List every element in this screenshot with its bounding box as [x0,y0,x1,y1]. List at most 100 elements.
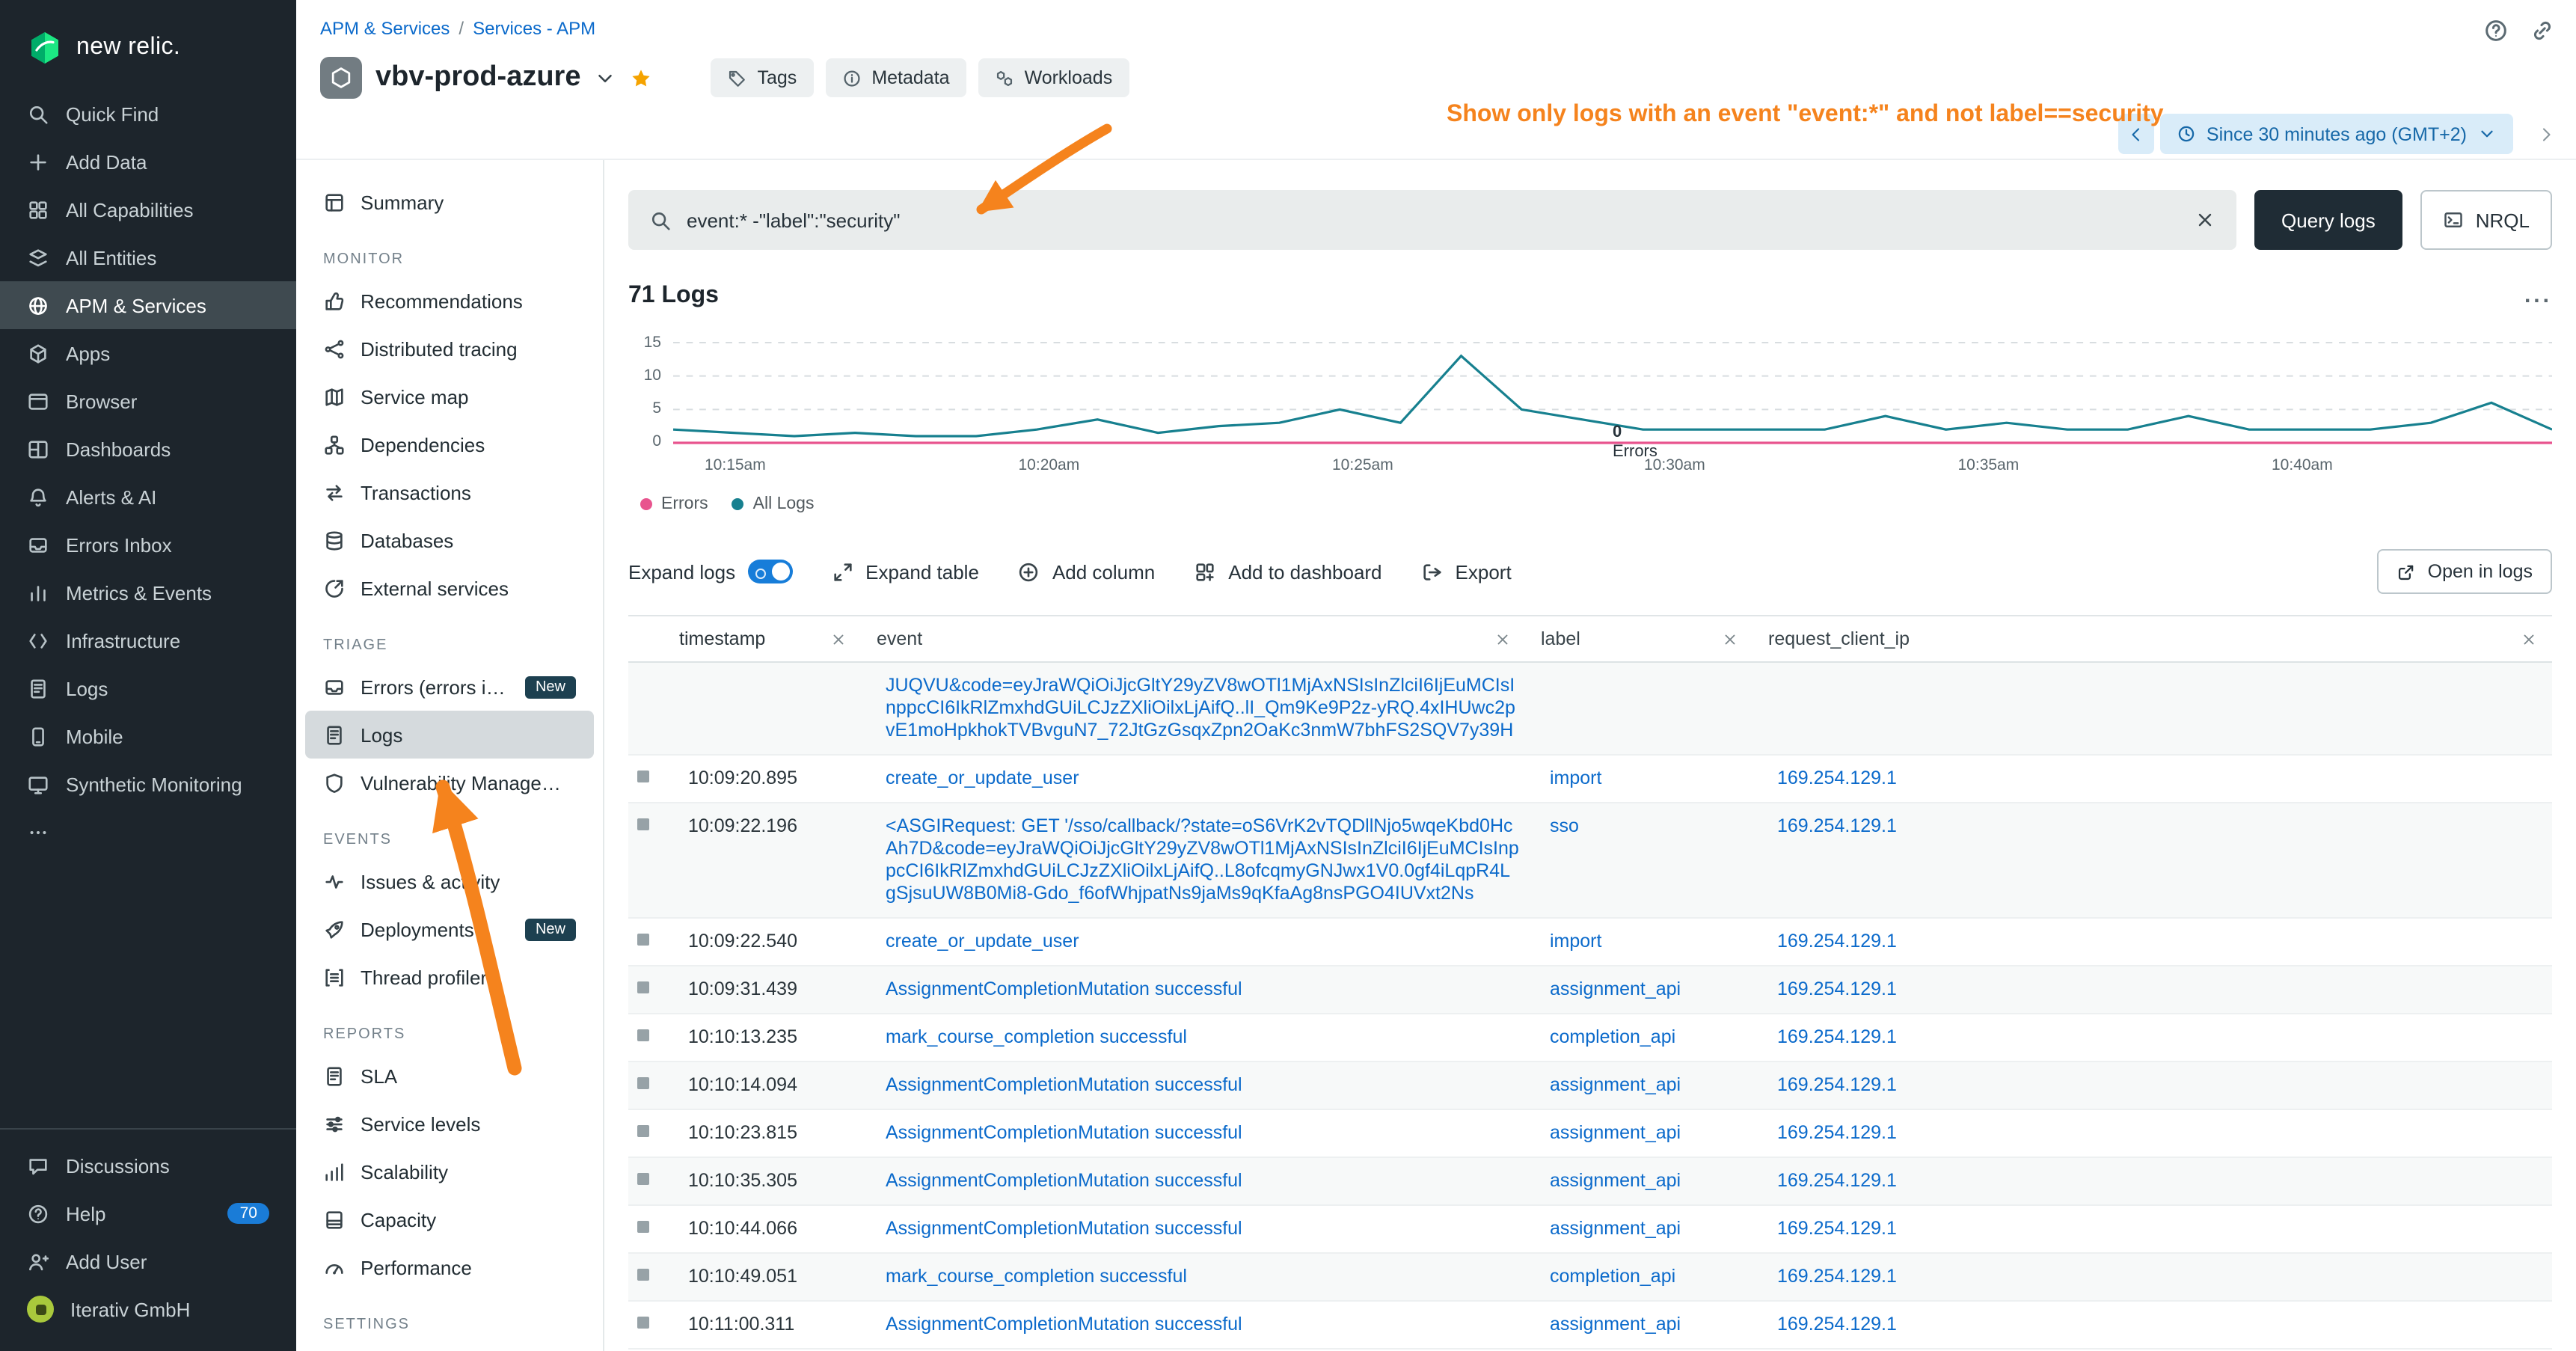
log-table-row[interactable]: 10:10:49.051 mark_course_completion succ… [628,1254,2552,1302]
cell-event-link[interactable]: AssignmentCompletionMutation successful [886,1218,1242,1239]
subnav-item-thread-profiler[interactable]: Thread profiler [305,953,594,1001]
favorite-star-icon[interactable] [631,67,653,89]
cell-label-link[interactable]: assignment_api [1550,1074,1681,1095]
legend-all-logs[interactable]: All Logs [732,495,815,513]
time-picker-button[interactable]: Since 30 minutes ago (GMT+2) [2160,114,2513,154]
add-column-button[interactable]: Add column [1018,560,1155,583]
column-header-event[interactable]: event [862,628,1526,649]
open-in-logs-button[interactable]: Open in logs [2377,549,2552,594]
cell-request-ip-link[interactable]: 169.254.129.1 [1777,1122,1897,1143]
subnav-item-sla[interactable]: SLA [305,1052,594,1100]
subnav-item-scalability[interactable]: Scalability [305,1148,594,1195]
cell-label-link[interactable]: completion_api [1550,1026,1675,1047]
expand-table-button[interactable]: Expand table [831,560,979,583]
cell-event-link[interactable]: AssignmentCompletionMutation successful [886,1314,1242,1335]
sidebar-item-dashboards[interactable]: Dashboards [0,425,296,473]
query-logs-button[interactable]: Query logs [2254,190,2402,250]
log-query-input[interactable]: event:* -"label":"security" [628,190,2236,250]
sidebar-item-synthetic-monitoring[interactable]: Synthetic Monitoring [0,760,296,808]
legend-errors[interactable]: Errors [640,495,708,513]
subnav-item-recommendations[interactable]: Recommendations [305,277,594,325]
add-to-dashboard-button[interactable]: Add to dashboard [1194,560,1381,583]
sidebar-item-metrics-events[interactable]: Metrics & Events [0,569,296,616]
cell-event-link[interactable]: AssignmentCompletionMutation successful [886,1170,1242,1191]
workloads-button[interactable]: Workloads [978,58,1129,97]
subnav-item-databases[interactable]: Databases [305,516,594,564]
log-query-text[interactable]: event:* -"label":"security" [687,209,2180,231]
breadcrumb-services-apm[interactable]: Services - APM [473,18,595,39]
sidebar-item-add-user[interactable]: Add User [0,1237,296,1285]
log-table-row[interactable]: 10:09:20.895 create_or_update_user impor… [628,756,2552,803]
subnav-item-vulnerability-management[interactable]: Vulnerability Management [305,759,594,806]
sidebar-item-all-entities[interactable]: All Entities [0,233,296,281]
cell-label-link[interactable]: import [1550,768,1601,788]
cell-label-link[interactable]: assignment_api [1550,1170,1681,1191]
cell-label-link[interactable]: completion_api [1550,1266,1675,1287]
sidebar-item-errors-inbox[interactable]: Errors Inbox [0,521,296,569]
cell-event-link[interactable]: AssignmentCompletionMutation successful [886,978,1242,999]
subnav-item-summary[interactable]: Summary [305,178,594,226]
column-header-request-client-ip[interactable]: request_client_ip [1753,628,2552,649]
export-button[interactable]: Export [1421,560,1512,583]
breadcrumb-apm-services[interactable]: APM & Services [320,18,450,39]
log-table-row[interactable]: 10:09:22.196 <ASGIRequest: GET '/sso/cal… [628,803,2552,919]
subnav-item-capacity[interactable]: Capacity [305,1195,594,1243]
help-circle-icon[interactable] [2483,18,2509,43]
subnav-item-service-map[interactable]: Service map [305,373,594,420]
cell-request-ip-link[interactable]: 169.254.129.1 [1777,1314,1897,1335]
cell-event-link[interactable]: <ASGIRequest: GET '/sso/callback/?state=… [886,815,1519,904]
cell-event-link[interactable]: mark_course_completion successful [886,1026,1187,1047]
cell-event-link[interactable]: create_or_update_user [886,768,1079,788]
time-forward-button[interactable] [2528,114,2564,154]
cell-request-ip-link[interactable]: 169.254.129.1 [1777,1074,1897,1095]
remove-column-icon[interactable] [1722,631,1738,647]
sidebar-item-infrastructure[interactable]: Infrastructure [0,616,296,664]
log-table-row[interactable]: 10:10:23.815 AssignmentCompletionMutatio… [628,1110,2552,1158]
cell-event-link[interactable]: AssignmentCompletionMutation successful [886,1122,1242,1143]
cell-request-ip-link[interactable]: 169.254.129.1 [1777,1266,1897,1287]
log-table-row[interactable]: 10:10:13.235 mark_course_completion succ… [628,1014,2552,1062]
cell-request-ip-link[interactable]: 169.254.129.1 [1777,815,1897,836]
log-table-row[interactable]: JUQVU&code=eyJraWQiOiJjcGltY29yZV8wOTl1M… [628,663,2552,756]
sidebar-item-account[interactable]: Iterativ GmbH [0,1285,296,1333]
log-table-row[interactable]: 10:10:35.305 AssignmentCompletionMutatio… [628,1158,2552,1206]
sidebar-item-logs[interactable]: Logs [0,664,296,712]
subnav-item-external-services[interactable]: External services [305,564,594,612]
cell-request-ip-link[interactable]: 169.254.129.1 [1777,931,1897,952]
subnav-item-service-levels[interactable]: Service levels [305,1100,594,1148]
subnav-item-issues-activity[interactable]: Issues & activity [305,857,594,905]
subnav-item-logs[interactable]: Logs [305,711,594,759]
sidebar-item-help[interactable]: Help70 [0,1189,296,1237]
subnav-item-transactions[interactable]: Transactions [305,468,594,516]
remove-column-icon[interactable] [2521,631,2537,647]
sidebar-item-apps[interactable]: Apps [0,329,296,377]
subnav-item-errors-inbox[interactable]: Errors (errors inb...New [305,663,594,711]
newrelic-logo[interactable]: new relic. [0,0,296,90]
cell-label-link[interactable]: assignment_api [1550,1122,1681,1143]
remove-column-icon[interactable] [1494,631,1511,647]
tags-button[interactable]: Tags [711,58,814,97]
cell-label-link[interactable]: assignment_api [1550,1218,1681,1239]
sidebar-item-more[interactable] [0,808,296,856]
logs-options-menu[interactable]: ... [2524,290,2552,302]
subnav-item-performance[interactable]: Performance [305,1243,594,1291]
cell-event-link[interactable]: mark_course_completion successful [886,1266,1187,1287]
cell-label-link[interactable]: assignment_api [1550,978,1681,999]
cell-label-link[interactable]: import [1550,931,1601,952]
remove-column-icon[interactable] [830,631,847,647]
cell-request-ip-link[interactable]: 169.254.129.1 [1777,1026,1897,1047]
toggle-switch-icon[interactable] [747,560,792,583]
cell-event-link[interactable]: AssignmentCompletionMutation successful [886,1074,1242,1095]
sidebar-item-mobile[interactable]: Mobile [0,712,296,760]
column-header-label[interactable]: label [1526,628,1753,649]
log-table-row[interactable]: 10:10:44.066 AssignmentCompletionMutatio… [628,1206,2552,1254]
log-table-row[interactable]: 10:09:31.439 AssignmentCompletionMutatio… [628,966,2552,1014]
cell-label-link[interactable]: assignment_api [1550,1314,1681,1335]
cell-request-ip-link[interactable]: 169.254.129.1 [1777,978,1897,999]
chart-plot-area[interactable]: 0 Errors 10:15am 10:20am 10:25am 10:30am… [673,334,2552,477]
entity-switcher-chevron-icon[interactable] [595,67,617,89]
clear-query-icon[interactable] [2195,209,2215,230]
sidebar-item-alerts-ai[interactable]: Alerts & AI [0,473,296,521]
subnav-item-deployments[interactable]: DeploymentsNew [305,905,594,953]
expand-logs-toggle[interactable]: Expand logs [628,560,792,583]
